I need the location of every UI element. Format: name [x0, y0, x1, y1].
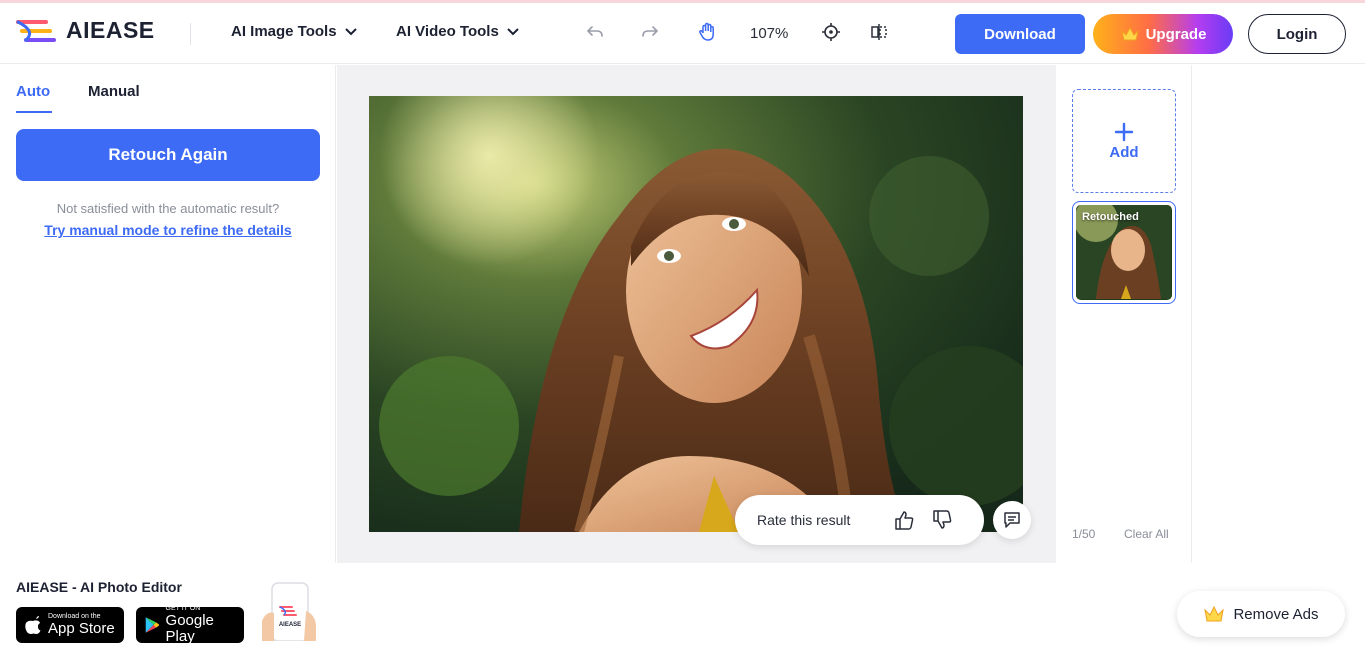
- hand-icon: [697, 22, 717, 42]
- tab-manual[interactable]: Manual: [88, 83, 140, 100]
- app-store-big: App Store: [48, 621, 115, 637]
- undo-icon: [586, 24, 604, 40]
- nav-ai-image-tools-label: AI Image Tools: [231, 23, 337, 40]
- compare-button[interactable]: [866, 19, 892, 45]
- nav-ai-video-tools-label: AI Video Tools: [396, 23, 499, 40]
- top-bar: AIEASE AI Image Tools AI Video Tools 107…: [0, 3, 1365, 64]
- add-label: Add: [1109, 144, 1138, 161]
- tab-auto[interactable]: Auto: [16, 83, 50, 100]
- svg-text:AIEASE: AIEASE: [279, 622, 301, 628]
- retouch-again-button[interactable]: Retouch Again: [16, 129, 320, 181]
- chevron-down-icon: [507, 28, 519, 36]
- active-tab-indicator: [16, 111, 52, 113]
- download-button[interactable]: Download: [955, 14, 1085, 54]
- image-canvas[interactable]: Rate this result: [337, 65, 1056, 563]
- crosshair-icon: [821, 22, 841, 42]
- portrait-image: [369, 96, 1023, 532]
- nav-ai-image-tools[interactable]: AI Image Tools: [231, 23, 357, 40]
- add-image-button[interactable]: Add: [1072, 89, 1176, 193]
- feedback-button[interactable]: [993, 501, 1031, 539]
- header-divider: [190, 23, 191, 45]
- crown-icon: [1120, 26, 1140, 42]
- plus-icon: [1114, 122, 1134, 142]
- thumbnail-image: Retouched: [1076, 205, 1172, 300]
- undo-button[interactable]: [582, 19, 608, 45]
- google-play-big: Google Play: [166, 613, 236, 645]
- chevron-down-icon: [345, 28, 357, 36]
- google-play-icon: [144, 615, 160, 635]
- app-promo-bar: AIEASE - AI Photo Editor Download on the…: [0, 563, 1365, 641]
- chat-icon: [1002, 510, 1022, 530]
- manual-mode-link[interactable]: Try manual mode to refine the details: [0, 222, 336, 238]
- thumbs-up-icon: [893, 509, 915, 531]
- upgrade-button[interactable]: Upgrade: [1093, 14, 1233, 54]
- logo[interactable]: AIEASE: [16, 17, 155, 44]
- nav-ai-video-tools[interactable]: AI Video Tools: [396, 23, 519, 40]
- zoom-level[interactable]: 107%: [750, 25, 788, 42]
- thumbs-up-button[interactable]: [893, 509, 915, 534]
- phone-hand-icon: AIEASE: [258, 581, 320, 641]
- aiease-logo-icon: [16, 18, 56, 44]
- clear-all-button[interactable]: Clear All: [1124, 527, 1169, 541]
- history-panel: Add Retouched 1/50 Clear All: [1056, 65, 1192, 563]
- apple-icon: [24, 615, 42, 635]
- remove-ads-button[interactable]: Remove Ads: [1177, 591, 1345, 637]
- upgrade-label: Upgrade: [1146, 26, 1207, 43]
- redo-button[interactable]: [637, 19, 663, 45]
- retouched-photo[interactable]: [369, 96, 1023, 532]
- history-thumbnail[interactable]: Retouched: [1072, 201, 1176, 304]
- promo-title: AIEASE - AI Photo Editor: [16, 579, 182, 595]
- app-store-text: Download on the App Store: [48, 613, 115, 637]
- pan-hand-button[interactable]: [694, 19, 720, 45]
- login-button[interactable]: Login: [1248, 14, 1346, 54]
- logo-text: AIEASE: [66, 17, 155, 44]
- history-count: 1/50: [1072, 527, 1095, 541]
- crown-icon: [1203, 605, 1225, 623]
- left-panel: Auto Manual Retouch Again Not satisfied …: [0, 65, 336, 563]
- thumbnail-label: Retouched: [1082, 211, 1139, 223]
- google-play-badge[interactable]: GET IT ON Google Play: [136, 607, 244, 643]
- google-play-text: GET IT ON Google Play: [166, 605, 236, 645]
- helper-text: Not satisfied with the automatic result?: [0, 201, 336, 216]
- remove-ads-label: Remove Ads: [1233, 606, 1318, 623]
- recenter-button[interactable]: [818, 19, 844, 45]
- app-store-badge[interactable]: Download on the App Store: [16, 607, 124, 643]
- compare-icon: [869, 22, 889, 42]
- thumbs-down-button[interactable]: [931, 509, 953, 534]
- thumbs-down-icon: [931, 509, 953, 531]
- rate-label: Rate this result: [757, 512, 850, 528]
- phone-illustration: AIEASE: [258, 581, 320, 641]
- rate-result-bar: Rate this result: [735, 495, 984, 545]
- redo-icon: [641, 24, 659, 40]
